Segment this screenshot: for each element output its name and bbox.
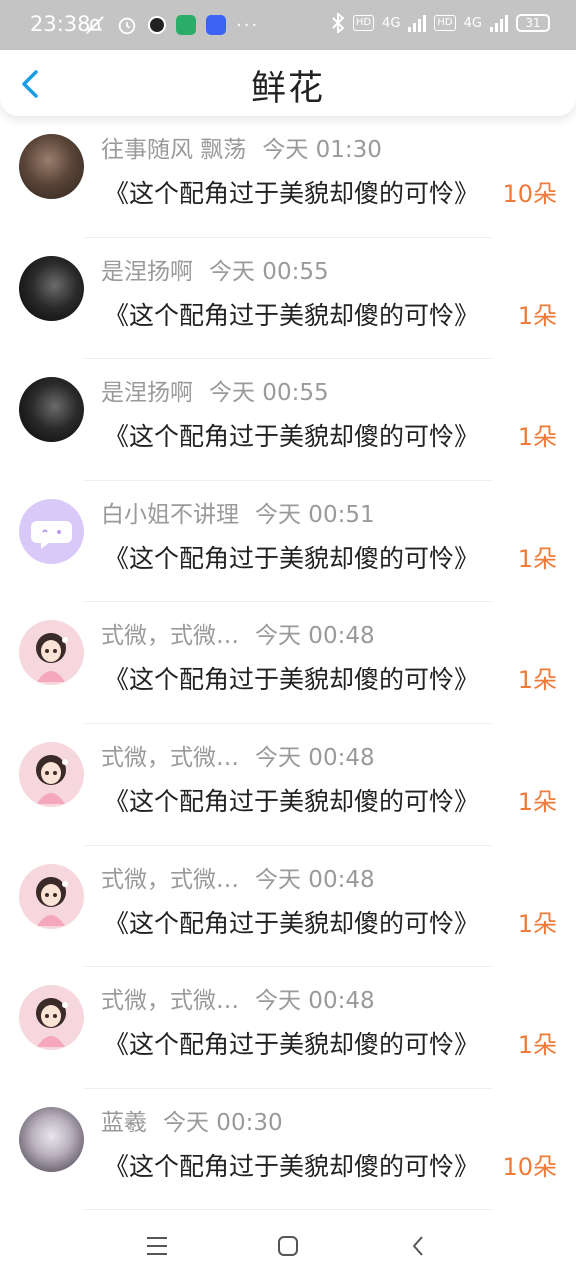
book-title[interactable]: 《这个配角过于美貌却傻的可怜》	[104, 174, 496, 210]
status-time: 23:38	[30, 12, 91, 36]
user-name[interactable]: 是涅扬啊	[101, 373, 193, 407]
flower-count: 1朵	[517, 909, 557, 938]
chat-bubble-avatar[interactable]	[19, 498, 84, 564]
list-item[interactable]: 白小姐不讲理 今天 00:51 《这个配角过于美貌却傻的可怜》 1朵	[0, 481, 576, 603]
list-item[interactable]: 蓝羲 今天 00:30 《这个配角过于美貌却傻的可怜》 10朵	[0, 1089, 576, 1211]
user-name[interactable]: 往事随风 飘荡	[101, 130, 246, 164]
bluetooth-icon	[332, 13, 345, 33]
user-name[interactable]: 蓝羲	[101, 1103, 147, 1137]
book-title[interactable]: 《这个配角过于美貌却傻的可怜》	[104, 539, 496, 575]
network-type: 4G	[382, 15, 401, 31]
flower-count: 1朵	[517, 544, 557, 573]
list-item[interactable]: 往事随风 飘荡 今天 01:30 《这个配角过于美貌却傻的可怜》 10朵	[0, 116, 576, 238]
list-item[interactable]: 式微，式微… 今天 00:48 《这个配角过于美貌却傻的可怜》 1朵	[0, 967, 576, 1089]
menu-icon[interactable]	[137, 1228, 177, 1264]
book-title[interactable]: 《这个配角过于美貌却傻的可怜》	[104, 904, 496, 940]
timestamp: 今天 00:51	[255, 501, 375, 528]
name-time-row: 是涅扬啊 今天 00:55	[101, 373, 329, 407]
list-item[interactable]: 式微，式微… 今天 00:48 《这个配角过于美貌却傻的可怜》 1朵	[0, 724, 576, 846]
photo-avatar[interactable]	[19, 134, 84, 199]
name-time-row: 白小姐不讲理 今天 00:51	[101, 495, 375, 529]
book-title[interactable]: 《这个配角过于美貌却傻的可怜》	[104, 296, 496, 332]
dark-app-icon	[148, 16, 166, 34]
hd-badge-2: HD	[434, 15, 456, 31]
hd-badge: HD	[352, 15, 375, 31]
baidu-icon	[206, 15, 226, 35]
book-title[interactable]: 《这个配角过于美貌却傻的可怜》	[104, 660, 496, 696]
dark-avatar[interactable]	[19, 255, 84, 321]
flower-count: 1朵	[517, 301, 557, 330]
header: 鲜花	[0, 50, 576, 116]
list-item[interactable]: 式微，式微… 今天 00:48 《这个配角过于美貌却傻的可怜》 1朵	[0, 846, 576, 968]
status-left-icons: ···	[84, 14, 259, 36]
flower-list: 往事随风 飘荡 今天 01:30 《这个配角过于美貌却傻的可怜》 10朵 是涅扬啊 今天 …	[0, 116, 576, 1211]
signal-bars-icon-2	[490, 14, 508, 32]
flower-count: 1朵	[517, 666, 557, 695]
flower-count: 10朵	[502, 180, 557, 208]
signal-bars-icon	[408, 14, 427, 32]
page-title: 鲜花	[250, 69, 325, 109]
anime-girl-avatar[interactable]	[19, 863, 84, 929]
status-bar: 23:38 ··· HD 4G HD 4G 31	[0, 0, 576, 50]
mute-bell-icon	[86, 16, 104, 34]
flower-count: 1朵	[517, 1031, 557, 1060]
flower-count: 1朵	[517, 423, 557, 452]
timestamp: 今天 00:48	[255, 988, 375, 1015]
user-name[interactable]: 式微，式微…	[101, 738, 239, 772]
name-time-row: 蓝羲 今天 00:30	[101, 1103, 283, 1137]
status-right-icons: HD 4G HD 4G 31	[331, 13, 550, 33]
timestamp: 今天 01:30	[262, 137, 382, 163]
book-title[interactable]: 《这个配角过于美貌却傻的可怜》	[104, 782, 496, 818]
anime-girl-avatar[interactable]	[19, 985, 84, 1051]
timestamp: 今天 00:30	[163, 1109, 283, 1136]
more-dots-icon: ···	[236, 14, 260, 36]
name-time-row: 往事随风 飘荡 今天 01:30	[101, 130, 382, 164]
name-time-row: 式微，式微… 今天 00:48	[101, 860, 375, 894]
list-item[interactable]: 是涅扬啊 今天 00:55 《这个配角过于美貌却傻的可怜》 1朵	[0, 359, 576, 481]
photo-avatar[interactable]	[19, 1106, 84, 1172]
network-type-2: 4G	[463, 15, 482, 31]
name-time-row: 式微，式微… 今天 00:48	[101, 738, 375, 772]
back-icon[interactable]	[398, 1228, 438, 1264]
user-name[interactable]: 式微，式微…	[101, 981, 239, 1015]
book-title[interactable]: 《这个配角过于美貌却傻的可怜》	[104, 1025, 496, 1061]
timestamp: 今天 00:48	[255, 866, 375, 893]
name-time-row: 是涅扬啊 今天 00:55	[101, 252, 329, 286]
anime-girl-avatar[interactable]	[19, 620, 84, 686]
user-name[interactable]: 是涅扬啊	[101, 252, 193, 286]
timestamp: 今天 00:48	[255, 744, 375, 771]
flower-count: 10朵	[502, 1152, 557, 1181]
anime-girl-avatar[interactable]	[19, 741, 84, 807]
name-time-row: 式微，式微… 今天 00:48	[101, 616, 375, 650]
timestamp: 今天 00:55	[209, 258, 329, 285]
list-item[interactable]: 是涅扬啊 今天 00:55 《这个配角过于美貌却傻的可怜》 1朵	[0, 238, 576, 360]
wechat-icon	[176, 15, 196, 35]
book-title[interactable]: 《这个配角过于美貌却傻的可怜》	[104, 1147, 496, 1183]
user-name[interactable]: 式微，式微…	[101, 616, 239, 650]
user-name[interactable]: 白小姐不讲理	[101, 495, 239, 529]
book-title[interactable]: 《这个配角过于美貌却傻的可怜》	[104, 417, 496, 453]
home-icon[interactable]	[268, 1228, 308, 1264]
timestamp: 今天 00:55	[209, 380, 329, 407]
name-time-row: 式微，式微… 今天 00:48	[101, 981, 375, 1015]
system-nav-bar	[0, 1210, 576, 1280]
flower-count: 1朵	[517, 787, 557, 816]
alarm-icon	[118, 17, 136, 35]
list-item[interactable]: 式微，式微… 今天 00:48 《这个配角过于美貌却傻的可怜》 1朵	[0, 602, 576, 724]
dark-avatar[interactable]	[19, 377, 84, 443]
timestamp: 今天 00:48	[255, 623, 375, 650]
battery-icon: 31	[516, 14, 550, 32]
user-name[interactable]: 式微，式微…	[101, 860, 239, 894]
